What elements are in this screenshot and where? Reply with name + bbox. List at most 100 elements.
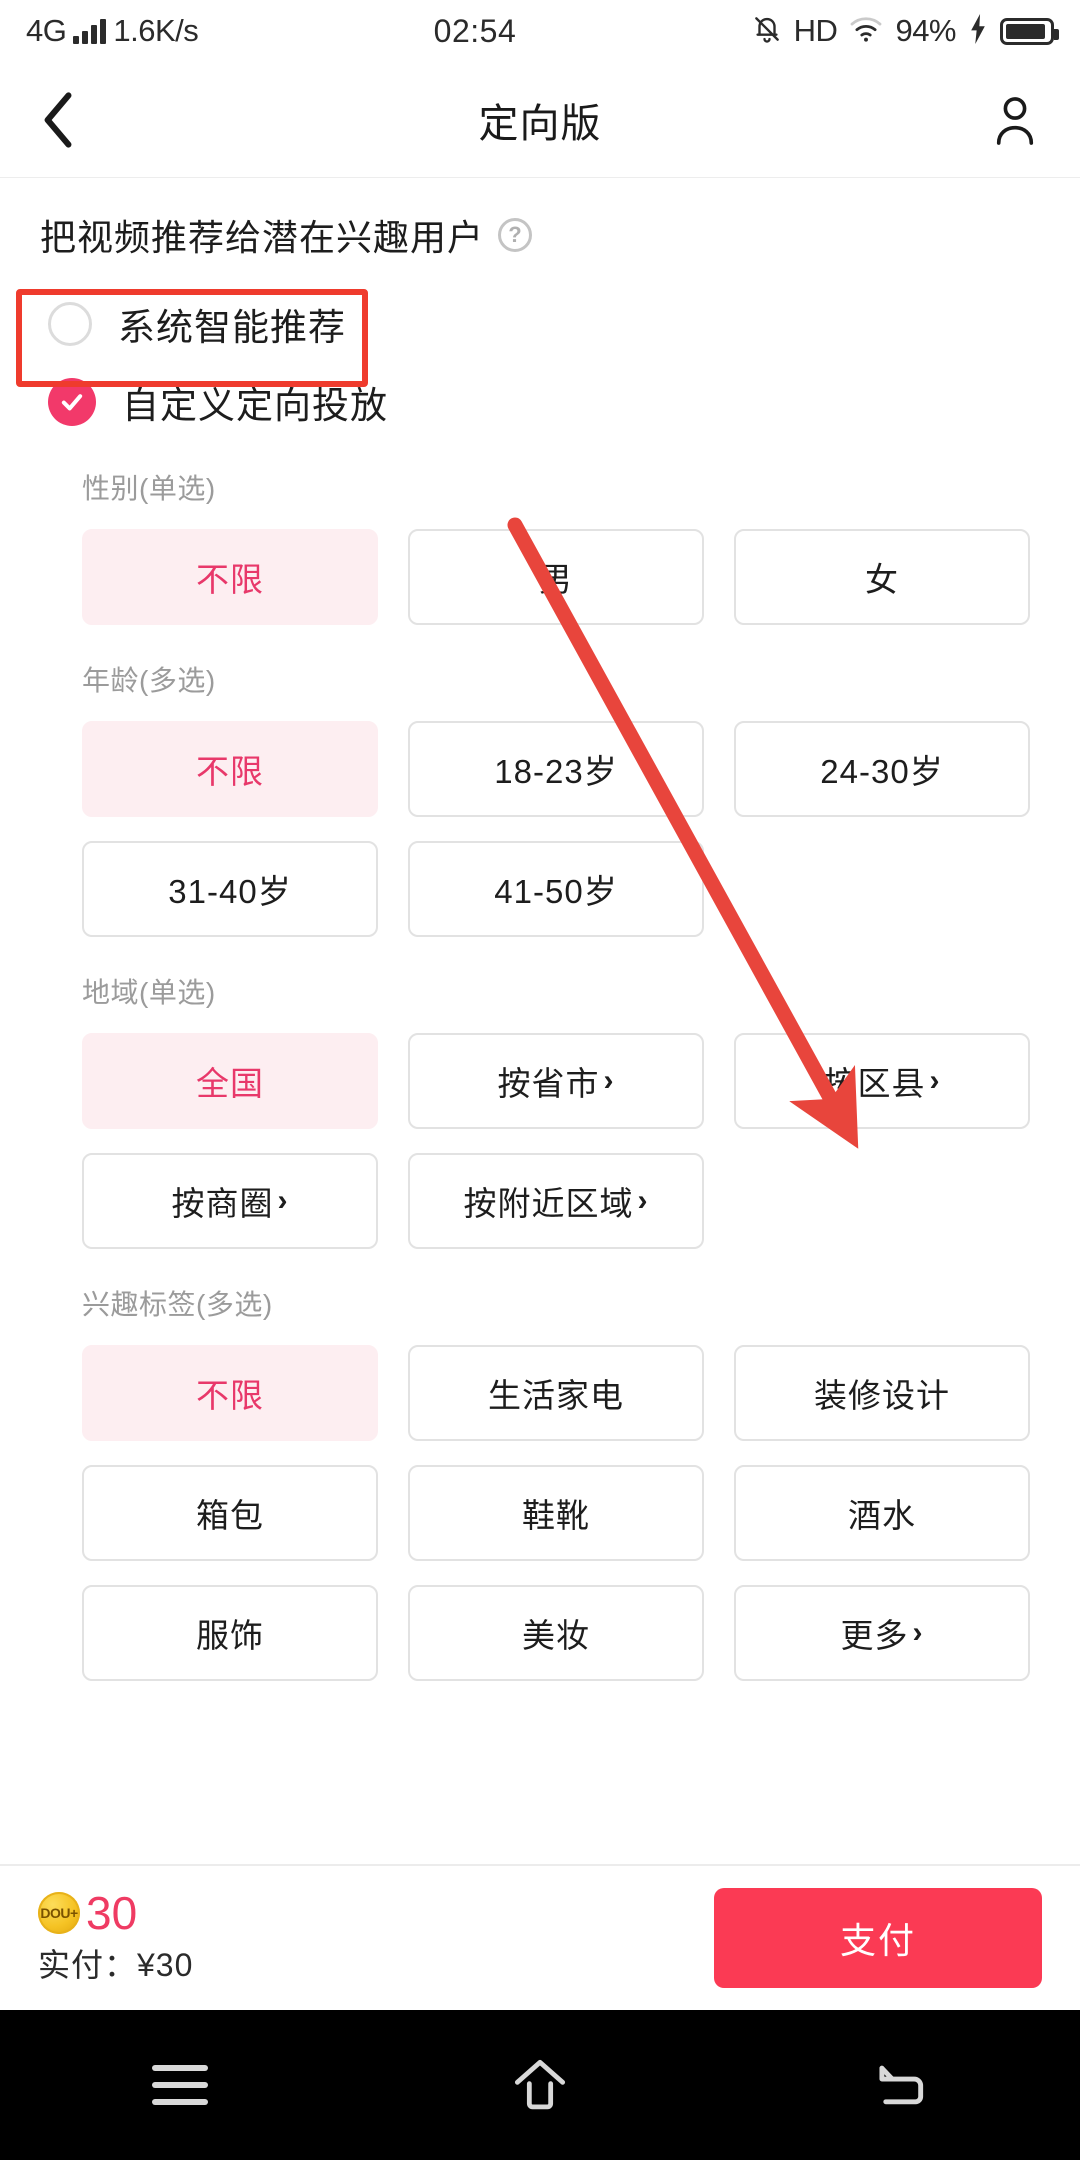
back-button[interactable] xyxy=(42,90,102,150)
option-chip-label: 不限 xyxy=(196,561,264,598)
targeting-section: 地域(单选) 全国 按省市 › 按区县 › 按商圈 › 按附近区域 › xyxy=(0,971,1080,1249)
subtitle-label: 把视频推荐给潜在兴趣用户 xyxy=(40,217,485,258)
option-chip-label: 按附近区域 xyxy=(463,1185,634,1222)
targeting-section: 年龄(多选) 不限 18-23岁 24-30岁 31-40岁 41-50岁 xyxy=(0,659,1080,937)
option-chip-label: 更多 xyxy=(840,1617,909,1654)
chevron-right-icon: › xyxy=(603,1064,615,1097)
person-icon xyxy=(996,96,1034,145)
option-chip-label: 不限 xyxy=(196,1377,264,1414)
option-chip-label: 男 xyxy=(539,561,573,598)
option-chip[interactable]: 18-23岁 xyxy=(408,721,704,817)
price-summary: DOU+ 30 实付：¥30 xyxy=(38,1890,193,1986)
option-chip[interactable]: 装修设计 xyxy=(734,1345,1030,1441)
option-chip-label: 24-30岁 xyxy=(820,753,944,790)
option-chip-label: 不限 xyxy=(196,753,264,790)
option-chip[interactable]: 箱包 xyxy=(82,1465,378,1561)
option-chip[interactable]: 生活家电 xyxy=(408,1345,704,1441)
chip-grid: 全国 按省市 › 按区县 › 按商圈 › 按附近区域 › xyxy=(40,1033,1040,1249)
targeting-section: 兴趣标签(多选) 不限 生活家电 装修设计箱包 鞋靴 酒水服饰 美妆 更多 › xyxy=(0,1283,1080,1681)
section-title: 性别(单选) xyxy=(82,473,216,504)
phone-screen: 4G 1.6K/s 02:54 HD 94% 定向版 把视频推荐给潜在兴趣用户 … xyxy=(0,0,1080,2160)
price-row: DOU+ 30 xyxy=(38,1890,193,1936)
status-bar-left: 4G 1.6K/s xyxy=(26,13,199,49)
settings-content: 把视频推荐给潜在兴趣用户 ? 系统智能推荐 自定义定向投放 性别(单选) 不限 男 女… xyxy=(0,179,1080,1864)
status-bar-right: HD 94% xyxy=(752,13,1059,50)
bottom-pay-bar: DOU+ 30 实付：¥30 支付 xyxy=(0,1864,1080,2010)
chevron-right-icon: › xyxy=(912,1616,924,1649)
option-chip[interactable]: 按附近区域 › xyxy=(408,1153,704,1249)
wifi-icon xyxy=(849,15,883,48)
chevron-right-icon: › xyxy=(637,1184,649,1217)
chip-grid: 不限 生活家电 装修设计箱包 鞋靴 酒水服饰 美妆 更多 › xyxy=(40,1345,1040,1681)
status-bar: 4G 1.6K/s 02:54 HD 94% xyxy=(0,0,1080,62)
option-chip-label: 41-50岁 xyxy=(494,873,618,910)
targeting-sections: 性别(单选) 不限 男 女年龄(多选) 不限 18-23岁 24-30岁 31-40岁 41-5… xyxy=(0,467,1080,1681)
option-chip[interactable]: 鞋靴 xyxy=(408,1465,704,1561)
option-chip-label: 装修设计 xyxy=(814,1377,950,1414)
chevron-right-icon: › xyxy=(929,1064,941,1097)
option-chip[interactable]: 酒水 xyxy=(734,1465,1030,1561)
mode-option-custom-label: 自定义定向投放 xyxy=(122,385,388,426)
section-title: 年龄(多选) xyxy=(82,665,216,696)
option-chip[interactable]: 按省市 › xyxy=(408,1033,704,1129)
option-chip[interactable]: 女 xyxy=(734,529,1030,625)
mode-option-custom[interactable]: 自定义定向投放 xyxy=(0,375,1080,429)
section-title: 兴趣标签(多选) xyxy=(82,1289,273,1320)
menu-button[interactable] xyxy=(135,2040,225,2130)
battery-percent-label: 94% xyxy=(895,13,956,48)
question-mark-icon[interactable]: ? xyxy=(498,218,533,252)
account-button[interactable] xyxy=(978,90,1038,150)
option-chip[interactable]: 按区县 › xyxy=(734,1033,1030,1129)
option-chip-label: 服饰 xyxy=(196,1617,264,1654)
hd-icon: HD xyxy=(793,13,838,48)
chevron-left-icon xyxy=(44,91,72,148)
option-chip[interactable]: 不限 xyxy=(82,721,378,817)
price-amount-label: 30 xyxy=(86,1887,138,1939)
mode-option-system[interactable]: 系统智能推荐 xyxy=(0,297,1080,351)
option-chip[interactable]: 按商圈 › xyxy=(82,1153,378,1249)
radio-unchecked-icon xyxy=(48,302,92,346)
option-chip-label: 鞋靴 xyxy=(522,1497,590,1534)
home-icon xyxy=(514,2059,566,2110)
signal-bars-icon xyxy=(73,18,107,44)
android-nav-bar xyxy=(0,2010,1080,2160)
paid-amount-label: 实付：¥30 xyxy=(38,1947,194,1983)
page-title: 定向版 xyxy=(478,101,602,146)
option-chip[interactable]: 不限 xyxy=(82,1345,378,1441)
clock-label: 02:54 xyxy=(433,12,517,49)
section-title: 地域(单选) xyxy=(82,977,216,1008)
option-chip-label: 按商圈 xyxy=(171,1185,274,1222)
option-chip-label: 31-40岁 xyxy=(168,873,292,910)
option-chip[interactable]: 男 xyxy=(408,529,704,625)
mode-option-system-label: 系统智能推荐 xyxy=(118,307,346,348)
app-header: 定向版 xyxy=(0,62,1080,178)
menu-icon xyxy=(152,2065,208,2105)
network-type-label: 4G xyxy=(26,13,67,48)
option-chip-label: 生活家电 xyxy=(488,1377,624,1414)
option-chip-label: 全国 xyxy=(196,1065,264,1102)
option-chip[interactable]: 美妆 xyxy=(408,1585,704,1681)
chip-grid: 不限 男 女 xyxy=(40,529,1040,625)
radio-checked-icon xyxy=(48,378,96,426)
option-chip[interactable]: 24-30岁 xyxy=(734,721,1030,817)
back-return-icon xyxy=(879,2065,924,2105)
subtitle-row: 把视频推荐给潜在兴趣用户 ? xyxy=(0,179,1080,261)
option-chip[interactable]: 31-40岁 xyxy=(82,841,378,937)
option-chip[interactable]: 不限 xyxy=(82,529,378,625)
option-chip[interactable]: 服饰 xyxy=(82,1585,378,1681)
option-chip-label: 按省市 xyxy=(497,1065,600,1102)
option-chip[interactable]: 41-50岁 xyxy=(408,841,704,937)
targeting-section: 性别(单选) 不限 男 女 xyxy=(0,467,1080,625)
option-chip[interactable]: 全国 xyxy=(82,1033,378,1129)
option-chip-label: 18-23岁 xyxy=(494,753,618,790)
option-chip-label: 箱包 xyxy=(196,1497,264,1534)
option-chip-label: 美妆 xyxy=(522,1617,590,1654)
option-chip-label: 酒水 xyxy=(848,1497,916,1534)
back-nav-button[interactable] xyxy=(855,2040,945,2130)
pay-button[interactable]: 支付 xyxy=(714,1888,1042,1988)
chevron-right-icon: › xyxy=(277,1184,289,1217)
option-chip[interactable]: 更多 › xyxy=(734,1585,1030,1681)
network-speed-label: 1.6K/s xyxy=(113,13,199,48)
coin-label: DOU+ xyxy=(40,1905,78,1921)
home-button[interactable] xyxy=(495,2040,585,2130)
